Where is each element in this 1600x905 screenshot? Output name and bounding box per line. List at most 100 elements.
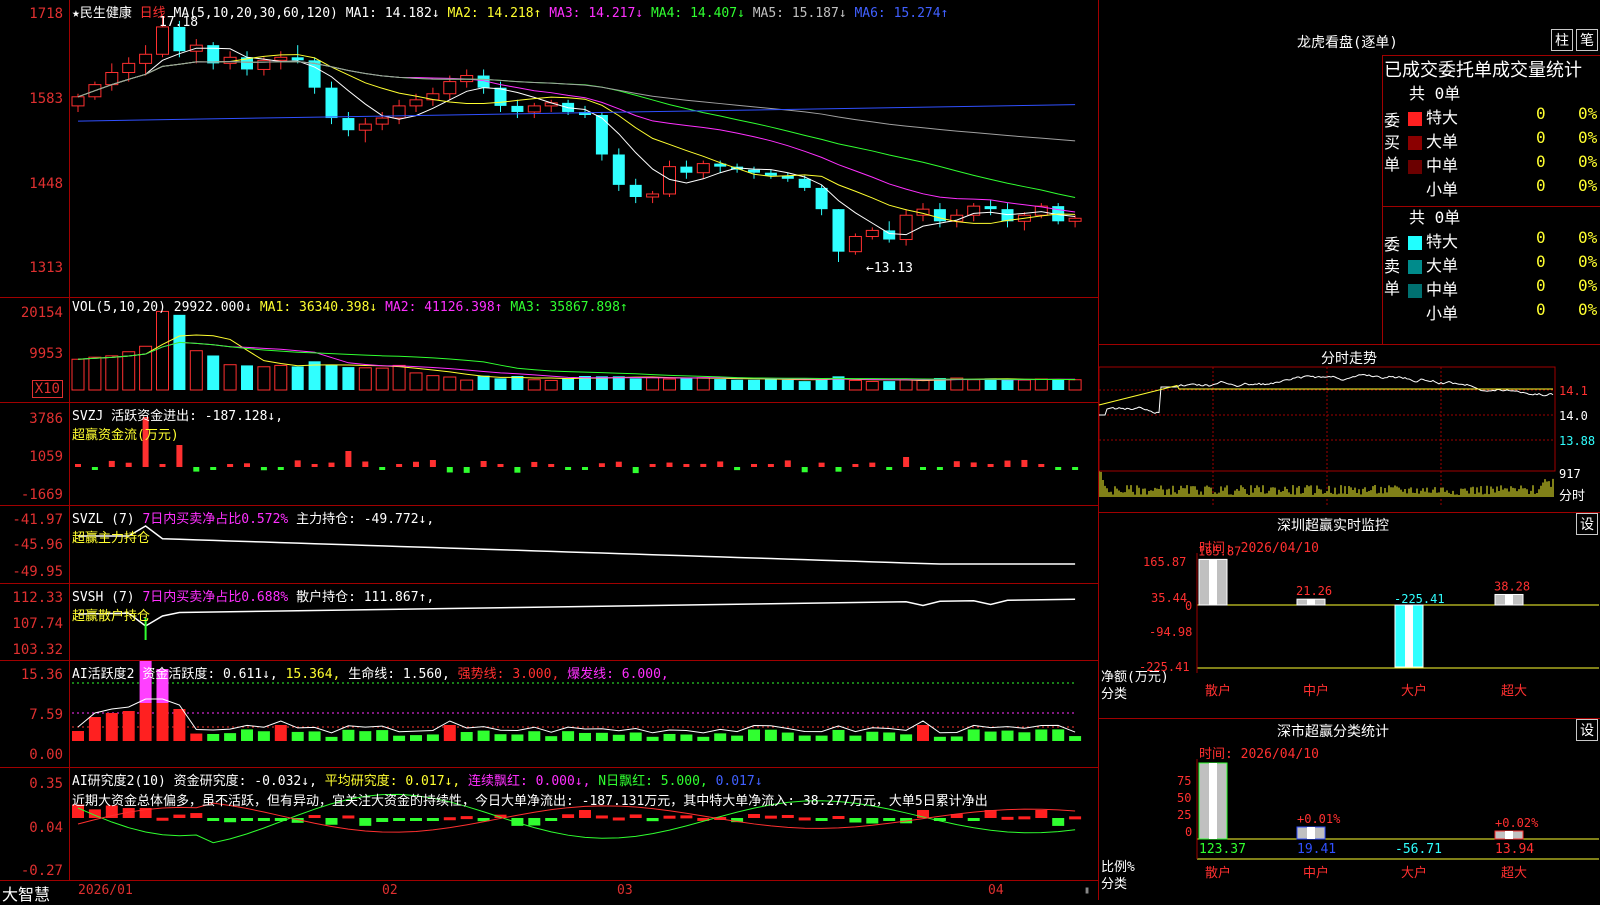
vol-panel[interactable]: 20154 9953 X10 VOL(5,10,20) 29922.000↓ M…	[0, 298, 1098, 403]
order-count: 0	[1536, 300, 1546, 319]
svsh-label: SVSH (7)	[72, 590, 135, 605]
column-view-button[interactable]: 柱	[1551, 29, 1573, 51]
vol-ma3: MA3: 35867.898↑	[510, 300, 628, 315]
lock-icon[interactable]: ▮	[1084, 885, 1090, 896]
buy-side-label: 委买单	[1384, 111, 1401, 174]
sz-chart: 165.87 散户 21.26 中户 -225.41 大户 38.28 超大	[1196, 544, 1599, 699]
research-bar	[748, 813, 760, 818]
sell-total: 共 0单	[1409, 208, 1461, 227]
order-type: 小单	[1426, 304, 1459, 323]
activity-bar	[325, 736, 338, 741]
color-swatch	[1408, 283, 1422, 298]
flow-bar	[1021, 459, 1028, 467]
ma-line	[77, 61, 1076, 142]
ai-research-panel[interactable]: 0.35 0.04 -0.27 AI研究度2(10) 资金研究度: -0.032…	[0, 768, 1098, 880]
vol-bar	[1001, 379, 1014, 390]
activity-bar	[1052, 729, 1065, 741]
activity-bar	[224, 733, 237, 741]
candle-body	[325, 87, 338, 119]
vol-bar	[781, 379, 794, 390]
candle-body	[848, 235, 862, 253]
sz-category: 中户	[1303, 683, 1329, 699]
activity-bar	[629, 732, 642, 741]
order-percent: 0%	[1578, 152, 1598, 171]
candle-body	[764, 172, 777, 176]
fl-bar-hl	[1505, 831, 1513, 839]
kline-chart[interactable]	[0, 0, 1098, 298]
vol-bar	[1068, 379, 1082, 391]
flow-bar	[1072, 467, 1079, 470]
candle-body	[933, 209, 946, 222]
activity-bar	[291, 731, 304, 741]
flow-bar	[734, 467, 741, 471]
vol-bar	[967, 379, 981, 391]
vol-bar	[207, 355, 220, 390]
activity-bar	[477, 730, 490, 741]
candle-body	[899, 214, 913, 241]
candle-body	[156, 26, 169, 55]
intraday-price: 13.88	[1559, 434, 1596, 448]
research-bar	[883, 818, 896, 821]
intraday-chart[interactable]	[1099, 345, 1600, 513]
sz-category-panel[interactable]: 深市超赢分类统计 设 时间: 2026/04/10 123.37 散户 +0.01%…	[1098, 719, 1600, 900]
sz-bar-hl	[1405, 605, 1413, 667]
vol-bar	[88, 356, 102, 391]
vol-ma1: MA1: 36340.398↓	[259, 300, 378, 315]
flow-bar	[463, 467, 470, 473]
activity-bar	[494, 734, 507, 741]
svzl-hold: 主力持仓: -49.772↓,	[296, 512, 435, 527]
candle-body	[629, 184, 642, 198]
ai2-d: N日飘红: 5.000,	[598, 774, 708, 789]
svsh-panel[interactable]: 112.33 107.74 103.32 SVSH (7) 7日内买卖净占比0.…	[0, 584, 1098, 661]
svzl-sub: 超赢主力持仓	[72, 531, 151, 546]
sell-side-label: 委卖单	[1384, 235, 1401, 298]
ai-activity-panel[interactable]: 15.36 7.59 0.00 AI活跃度2 资金活跃度: 0.611↓, 15…	[0, 661, 1098, 768]
order-row: 中单 0 0%	[1408, 152, 1598, 176]
svzj-panel[interactable]: 3786 1059 -1669 SVZJ 活跃资金进出: -187.128↓, …	[0, 403, 1098, 506]
research-bar	[528, 818, 541, 826]
ai1-a: 资金活跃度: 0.611↓,	[142, 667, 278, 682]
activity-bar	[917, 725, 929, 741]
color-swatch	[1408, 183, 1422, 198]
intraday-vol: 917	[1559, 467, 1581, 481]
tick-view-button[interactable]: 笔	[1576, 29, 1598, 51]
vol-bar	[714, 379, 727, 390]
flow-bar	[328, 462, 335, 467]
svzj-header: SVZJ 活跃资金进出: -187.128↓, 超赢资金流(万元)	[72, 405, 283, 443]
research-bar	[443, 817, 456, 821]
activity-bar	[545, 736, 558, 741]
vol-bar	[612, 376, 625, 390]
order-count: 0	[1536, 228, 1546, 247]
vol-bar	[1017, 379, 1031, 391]
research-bar	[646, 818, 659, 822]
candle-body	[291, 57, 304, 61]
activity-bar	[207, 733, 220, 741]
kline-panel[interactable]: 1718 1583 1448 1313 ★民生健康 日线 MA(5,10,20,…	[0, 0, 1098, 298]
order-row: 大单 0 0%	[1408, 128, 1598, 152]
vol-bar	[646, 377, 660, 391]
vol-bar	[358, 367, 372, 391]
ma-line	[77, 61, 1076, 199]
ma1-value: MA1: 14.182↓	[345, 6, 440, 21]
flow-bar	[176, 445, 183, 467]
svzl-panel[interactable]: -41.97 -45.96 -49.95 SVZL (7) 7日内买卖净占比0.…	[0, 506, 1098, 584]
ai1-d: 强势线: 3.000,	[457, 667, 560, 682]
intraday-price-line	[1099, 373, 1554, 416]
sz-monitor-panel[interactable]: 深圳超赢实时监控 设 时间: 2026/04/10 165.87 散户 21.26 中…	[1098, 513, 1600, 719]
research-bar	[579, 810, 591, 818]
svsh-pct: 7日内买卖净占比0.688%	[142, 590, 289, 605]
flow-bar	[294, 460, 301, 467]
flow-bar	[852, 464, 859, 467]
intraday-panel[interactable]: 分时走势 14.1 14.0 13.88 917 分时	[1098, 345, 1600, 513]
fl-ytick: 50	[1177, 791, 1192, 805]
activity-bar	[511, 734, 524, 741]
research-bar	[798, 817, 811, 821]
flow-bar	[987, 464, 994, 467]
vol-bar	[562, 378, 575, 390]
flow-bar	[446, 467, 453, 473]
fl-category: 中户	[1303, 865, 1329, 881]
intraday-avg-line	[1099, 384, 1553, 406]
high-label: 17.18	[159, 15, 199, 30]
ai2-b: 平均研究度: 0.017↓,	[324, 774, 461, 789]
candle-body	[494, 87, 507, 106]
